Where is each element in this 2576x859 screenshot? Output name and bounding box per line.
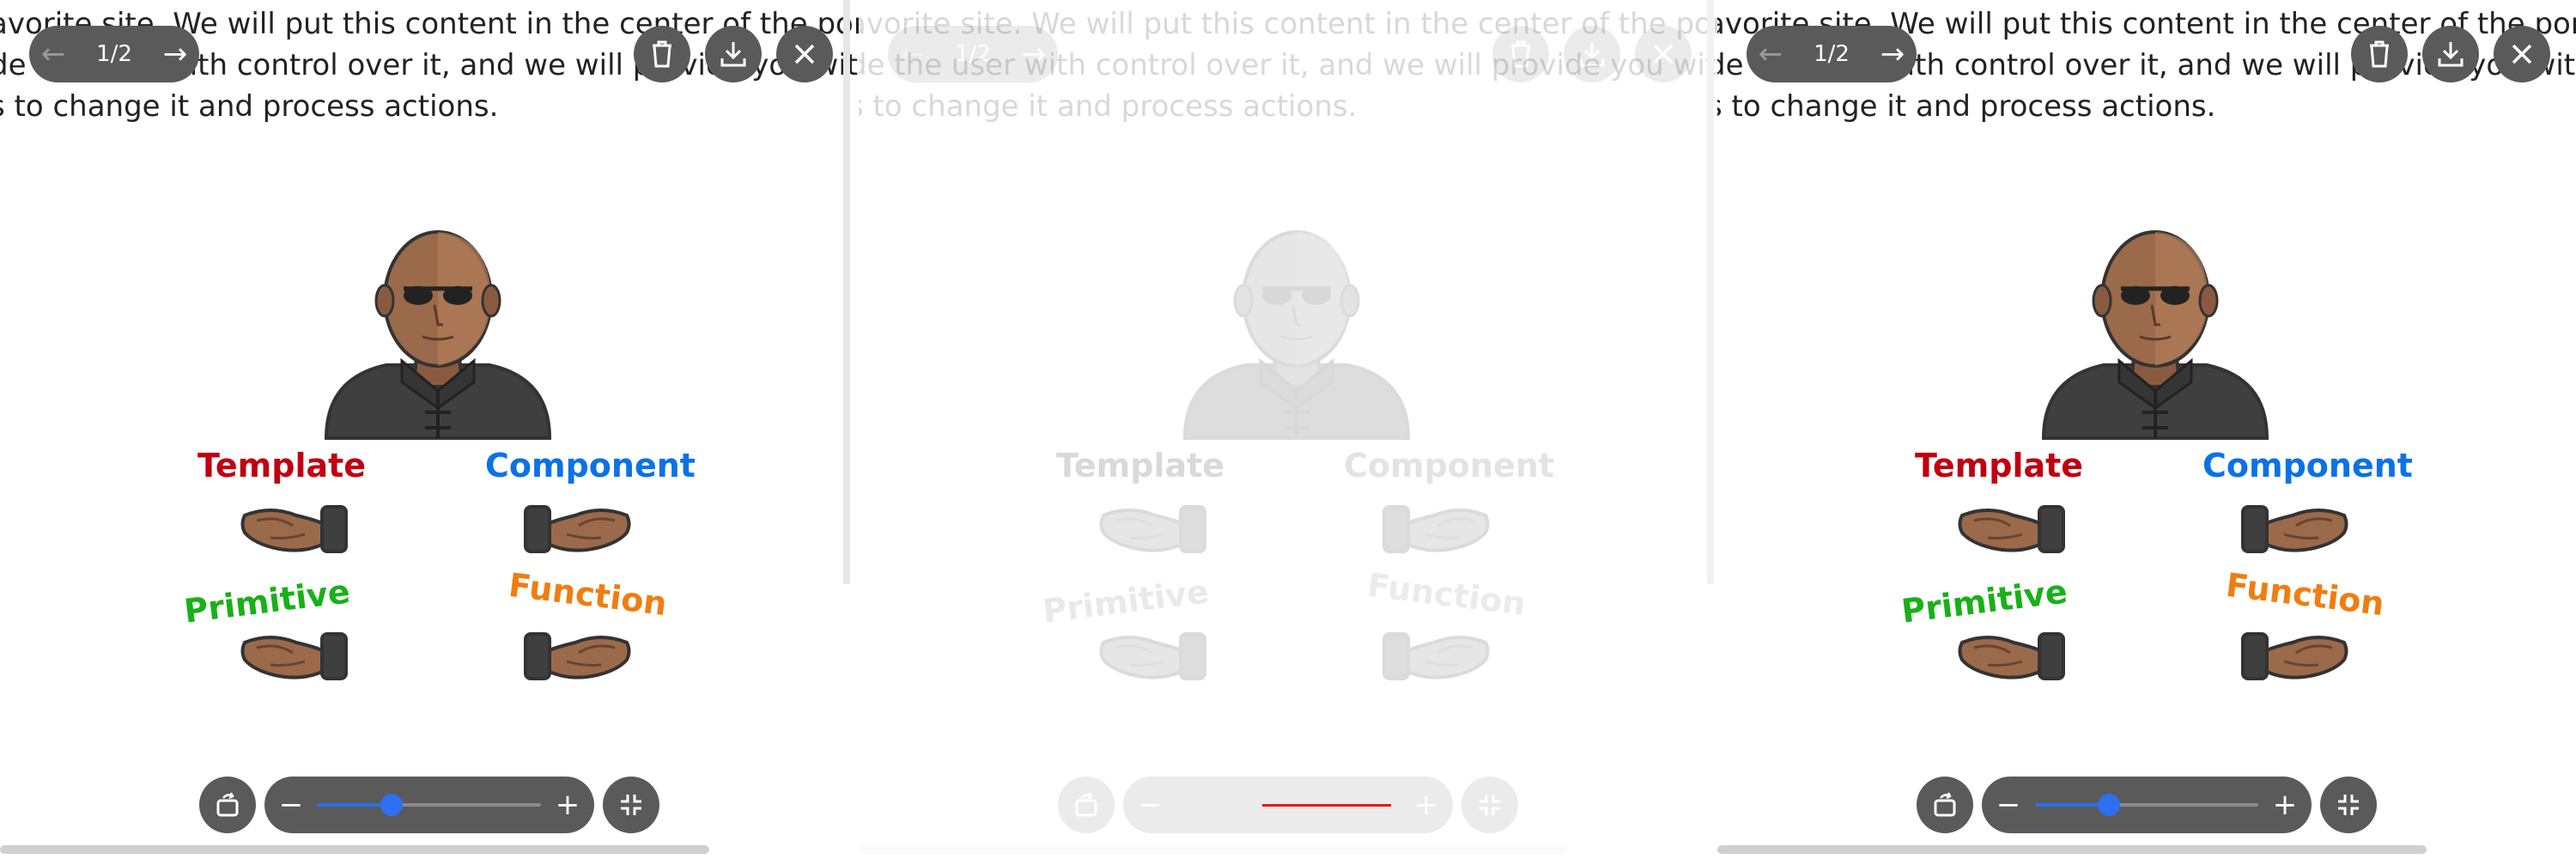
arrow-right-icon[interactable]: →: [1868, 26, 1917, 82]
hand-illustration: [236, 490, 356, 558]
rotate-icon: [1075, 792, 1097, 817]
hand-illustration: [1953, 617, 2074, 685]
plus-icon[interactable]: +: [2258, 777, 2312, 833]
close-button[interactable]: [776, 26, 833, 82]
arrow-right-icon[interactable]: →: [151, 26, 199, 82]
horizontal-scrollbar[interactable]: [0, 845, 709, 854]
delete-button[interactable]: [2351, 26, 2408, 82]
download-icon: [720, 42, 746, 67]
hand-illustration: [515, 490, 635, 558]
minus-icon[interactable]: −: [264, 777, 318, 833]
horizontal-scrollbar[interactable]: [859, 845, 1568, 854]
download-button[interactable]: [1564, 26, 1620, 82]
label-template: Template: [1915, 447, 2084, 484]
close-icon: [2512, 44, 2532, 64]
rotate-button[interactable]: [199, 777, 256, 833]
hand-illustration: [2233, 617, 2353, 685]
content-text-line: s to change it and process actions.: [1717, 89, 2216, 124]
exit-fullscreen-icon: [2338, 795, 2359, 815]
trash-icon: [1511, 40, 1530, 68]
label-function: Function: [1365, 565, 1528, 624]
minus-icon[interactable]: −: [1123, 777, 1176, 833]
rotate-button[interactable]: [1917, 777, 1973, 833]
delete-button[interactable]: [1492, 26, 1549, 82]
hand-illustration: [1095, 617, 1215, 685]
page-counter: 1/2: [955, 41, 991, 67]
page-navigator: ← 1/2 →: [1747, 26, 1917, 82]
close-button[interactable]: [2494, 26, 2550, 82]
page-counter: 1/2: [1814, 41, 1850, 67]
page-navigator: ← 1/2 →: [888, 26, 1058, 82]
download-button[interactable]: [705, 26, 762, 82]
trash-icon: [653, 40, 671, 68]
illustration: Template Component Primitive Function: [1030, 206, 1563, 704]
loading-indicator: [1262, 804, 1391, 807]
plus-icon[interactable]: +: [541, 777, 594, 833]
arrow-left-icon[interactable]: ←: [29, 26, 77, 82]
rotate-icon: [1934, 792, 1956, 817]
rotate-button[interactable]: [1058, 777, 1115, 833]
arrow-left-icon[interactable]: ←: [1747, 26, 1795, 82]
zoom-slider-thumb[interactable]: [380, 794, 403, 816]
content-text-line: s to change it and process actions.: [859, 89, 1358, 124]
label-component: Component: [1344, 447, 1554, 484]
download-icon: [2438, 42, 2464, 67]
zoom-slider-thumb[interactable]: [2097, 794, 2120, 816]
page-navigator: ← 1/2 →: [29, 26, 199, 82]
zoom-control: − +: [1982, 777, 2312, 833]
label-template: Template: [1056, 447, 1225, 484]
viewer-panel-2: avorite site. We will put this content i…: [859, 0, 1717, 859]
hand-illustration: [515, 617, 635, 685]
hand-illustration: [1374, 617, 1494, 685]
plus-icon[interactable]: +: [1400, 777, 1453, 833]
exit-fullscreen-button[interactable]: [1461, 777, 1518, 833]
minus-icon[interactable]: −: [1982, 777, 2035, 833]
close-icon: [794, 44, 815, 64]
rotate-icon: [216, 792, 239, 817]
label-component: Component: [485, 447, 696, 484]
person-illustration: [309, 206, 567, 455]
page-counter: 1/2: [96, 41, 132, 67]
hand-illustration: [2233, 490, 2353, 558]
hand-illustration: [1374, 490, 1494, 558]
close-button[interactable]: [1635, 26, 1692, 82]
hand-illustration: [236, 617, 356, 685]
person-illustration: [1168, 206, 1425, 455]
close-icon: [1653, 44, 1674, 64]
arrow-left-icon[interactable]: ←: [888, 26, 936, 82]
horizontal-scrollbar[interactable]: [1717, 845, 2427, 854]
download-button[interactable]: [2422, 26, 2479, 82]
zoom-control: − +: [264, 777, 594, 833]
hand-illustration: [1095, 490, 1215, 558]
label-function: Function: [507, 565, 670, 624]
viewer-panel-1: avorite site. We will put this content i…: [0, 0, 859, 859]
panel-divider: [1707, 0, 1714, 584]
exit-fullscreen-icon: [1479, 795, 1500, 815]
content-text-line: s to change it and process actions.: [0, 89, 499, 124]
download-icon: [1579, 42, 1605, 67]
exit-fullscreen-button[interactable]: [603, 777, 659, 833]
zoom-slider[interactable]: [318, 794, 541, 816]
exit-fullscreen-button[interactable]: [2320, 777, 2377, 833]
delete-button[interactable]: [634, 26, 690, 82]
label-component: Component: [2202, 447, 2413, 484]
viewer-panel-3: avorite site. We will put this content i…: [1717, 0, 2576, 859]
zoom-slider[interactable]: [2035, 794, 2258, 816]
arrow-right-icon[interactable]: →: [1010, 26, 1058, 82]
illustration: Template Component Primitive Function: [172, 206, 704, 704]
panel-divider: [843, 0, 850, 584]
exit-fullscreen-icon: [621, 795, 641, 815]
trash-icon: [2370, 40, 2389, 68]
hand-illustration: [1953, 490, 2074, 558]
label-template: Template: [197, 447, 367, 484]
illustration: Template Component Primitive Function: [1889, 206, 2421, 704]
person-illustration: [2026, 206, 2284, 455]
label-function: Function: [2224, 565, 2387, 624]
